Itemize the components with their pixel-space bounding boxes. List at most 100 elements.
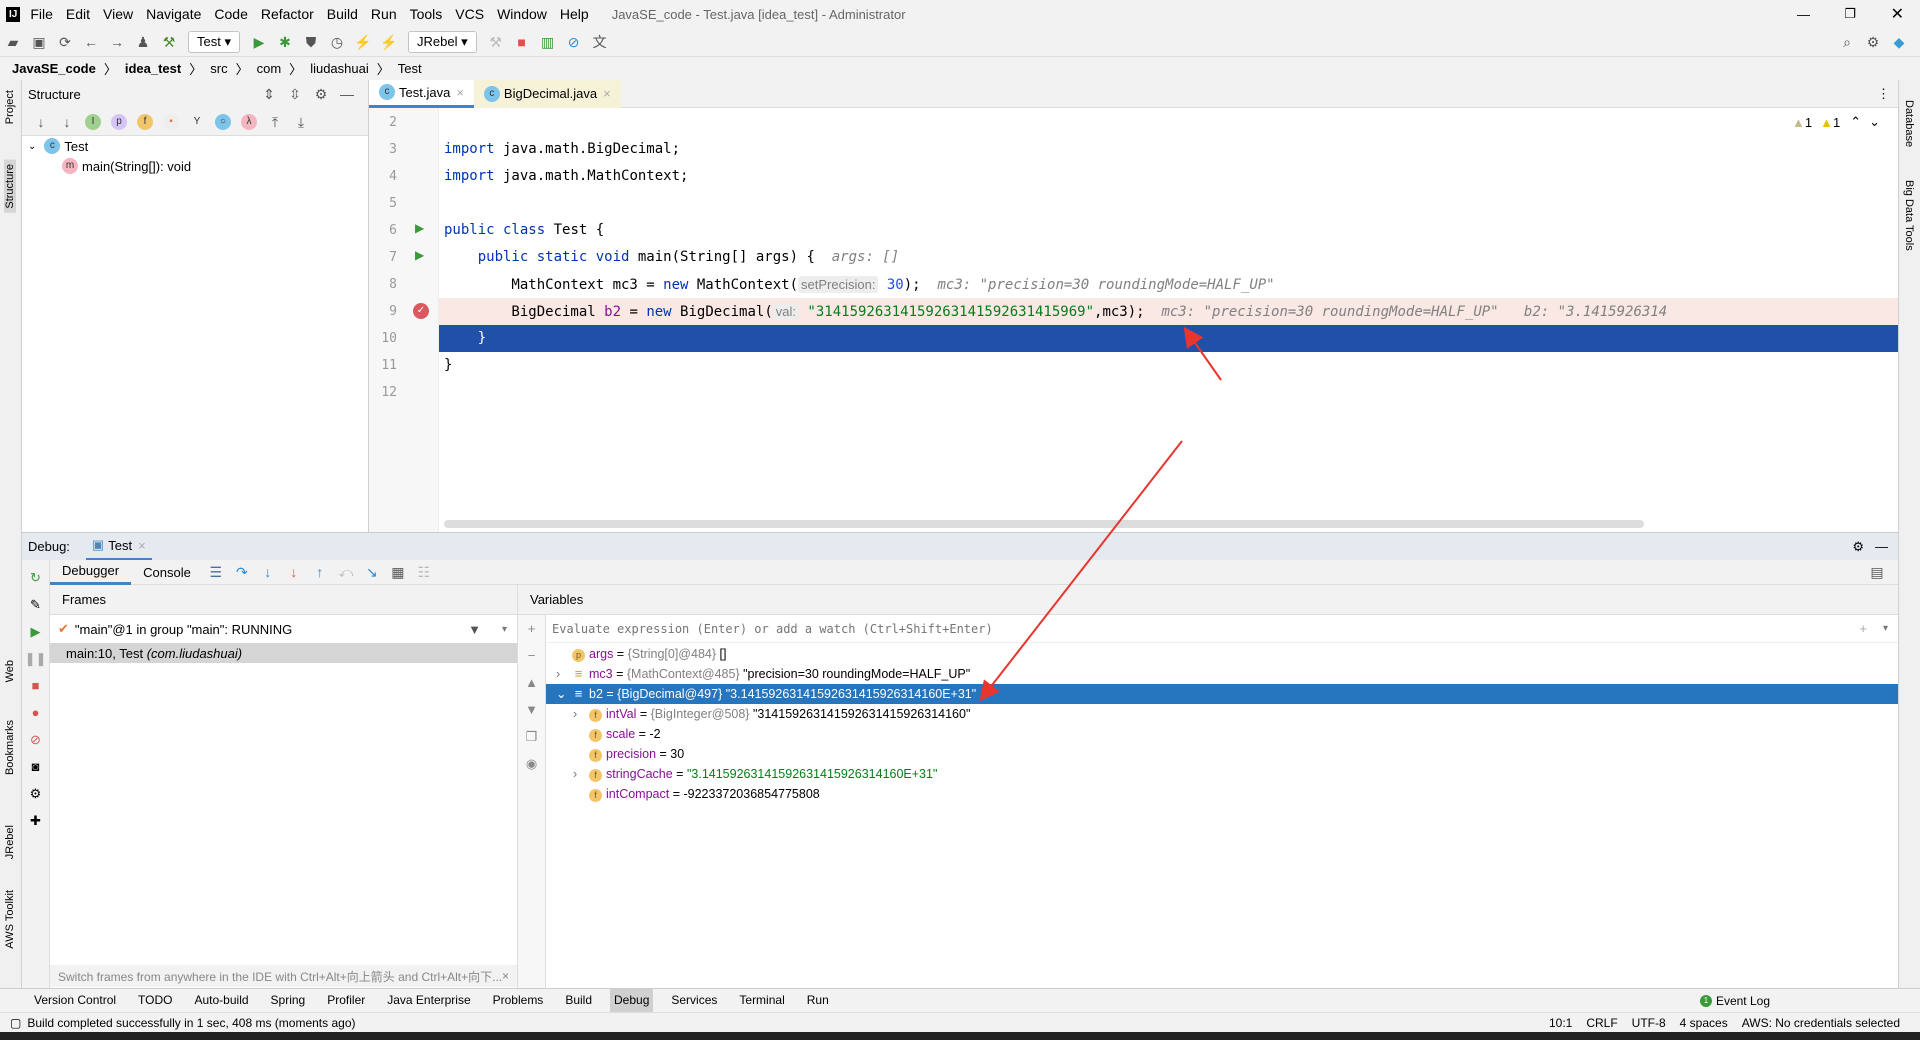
autoscroll-from-source-icon[interactable]: ⤓ xyxy=(290,112,312,132)
tool-window-auto-build[interactable]: Auto-build xyxy=(191,989,253,1012)
tool-window-problems[interactable]: Problems xyxy=(489,989,548,1012)
autoscroll-to-source-icon[interactable]: ⤒ xyxy=(264,112,286,132)
frame-row[interactable]: main:10, Test (com.liudashuai) xyxy=(50,643,517,663)
variable-row[interactable]: p args = {String[0]@484} [] xyxy=(546,644,1898,664)
tool-window-build[interactable]: Build xyxy=(561,989,596,1012)
sort-alpha-icon[interactable]: ↓ xyxy=(56,112,78,132)
big-data-tools-tab[interactable]: Big Data Tools xyxy=(1903,180,1915,251)
settings-gear-icon[interactable]: ⚙ xyxy=(22,780,49,807)
jrebel-run-icon[interactable]: ⚡ xyxy=(352,32,374,52)
tab-console[interactable]: Console xyxy=(131,560,203,585)
web-tool-tab[interactable]: Web xyxy=(4,660,16,682)
tool-window-run[interactable]: Run xyxy=(803,989,833,1012)
file-encoding[interactable]: UTF-8 xyxy=(1632,1016,1666,1030)
resume-icon[interactable]: ▶ xyxy=(22,618,49,645)
bookmarks-tool-tab[interactable]: Bookmarks xyxy=(4,720,16,775)
breadcrumb-item[interactable]: idea_test xyxy=(125,61,181,76)
tool-window-todo[interactable]: TODO xyxy=(134,989,176,1012)
tool-window-debug[interactable]: Debug xyxy=(610,989,654,1012)
tool-window-services[interactable]: Services xyxy=(667,989,721,1012)
pause-icon[interactable]: ❚❚ xyxy=(22,645,49,672)
menu-window[interactable]: Window xyxy=(497,6,547,22)
lambda-icon[interactable]: λ xyxy=(241,113,257,130)
step-over-icon[interactable]: ↷ xyxy=(231,562,253,582)
collapse-all-icon[interactable]: ⇳ xyxy=(284,84,306,104)
tab-debugger[interactable]: Debugger xyxy=(50,560,132,585)
close-session-icon[interactable]: × xyxy=(138,538,146,553)
tab-test-java[interactable]: c Test.java × xyxy=(369,80,474,108)
trace-icon[interactable]: ☷ xyxy=(413,562,435,582)
run-config-select[interactable]: Test ▾ xyxy=(188,31,240,53)
tool-window-profiler[interactable]: Profiler xyxy=(323,989,369,1012)
line-separator[interactable]: CRLF xyxy=(1586,1016,1617,1030)
inherited-icon[interactable]: I xyxy=(85,113,101,130)
hide-icon[interactable]: — xyxy=(336,84,358,104)
menu-vcs[interactable]: VCS xyxy=(455,6,484,22)
sort-visibility-icon[interactable]: ↓ xyxy=(30,112,52,132)
chevron-right-icon[interactable]: › xyxy=(573,704,589,724)
settings-gear-icon[interactable]: ⚙ xyxy=(1862,32,1884,52)
chevron-down-icon[interactable]: ⌄ xyxy=(28,141,36,152)
evaluate-expression-input[interactable] xyxy=(546,615,1860,642)
aws-connection[interactable]: AWS: No credentials selected xyxy=(1742,1016,1900,1030)
chevron-down-icon[interactable]: ▾ xyxy=(502,624,507,635)
menu-run[interactable]: Run xyxy=(371,6,397,22)
tool-window-version-control[interactable]: Version Control xyxy=(30,989,120,1012)
debug-session-tab[interactable]: ▣ Test × xyxy=(85,533,152,561)
more-tabs-icon[interactable]: ⋮ xyxy=(1877,86,1890,102)
activity-monitor-icon[interactable]: ▥ xyxy=(537,32,559,52)
thread-selector[interactable]: ✔ "main"@1 in group "main": RUNNING ▼ ▾ xyxy=(50,615,517,643)
prev-highlight-icon[interactable]: ⌃ xyxy=(1850,114,1861,130)
menu-build[interactable]: Build xyxy=(327,6,358,22)
close-button[interactable]: ✕ xyxy=(1891,4,1904,24)
anonymous-icon[interactable]: ○ xyxy=(215,113,231,130)
status-message[interactable]: Build completed successfully in 1 sec, 4… xyxy=(27,1016,355,1030)
mute-breakpoints-icon[interactable]: ⊘ xyxy=(22,726,49,753)
sync-icon[interactable]: ⟳ xyxy=(54,32,76,52)
run-to-cursor-icon[interactable]: ↘ xyxy=(361,562,383,582)
editor[interactable]: c Test.java × c BigDecimal.java × ⋮ ▲ 1 ▲ 1 ⌃ ⌄… xyxy=(369,80,1898,532)
open-icon[interactable]: ▰ xyxy=(2,32,24,52)
chevron-right-icon[interactable]: › xyxy=(573,764,589,784)
caret-position[interactable]: 10:1 xyxy=(1549,1016,1572,1030)
menu-navigate[interactable]: Navigate xyxy=(146,6,201,22)
filter-icon[interactable]: ▼ xyxy=(468,622,481,637)
stop-icon[interactable]: ■ xyxy=(22,672,49,699)
database-tool-tab[interactable]: Database xyxy=(1903,100,1915,147)
drop-frame-icon[interactable]: ⤺ xyxy=(335,562,357,582)
project-tool-tab[interactable]: Project xyxy=(4,90,16,124)
variable-row[interactable]: › ≡ mc3 = {MathContext@485} "precision=30 … xyxy=(546,664,1898,684)
indent-setting[interactable]: 4 spaces xyxy=(1680,1016,1728,1030)
view-breakpoints-icon[interactable]: ● xyxy=(22,699,49,726)
tab-bigdecimal-java[interactable]: c BigDecimal.java × xyxy=(473,80,621,108)
expand-all-icon[interactable]: ⇕ xyxy=(258,84,280,104)
maximize-button[interactable]: ❐ xyxy=(1844,6,1856,22)
forward-icon[interactable]: → xyxy=(106,32,128,52)
run-gutter-icon[interactable]: ▶ xyxy=(415,221,424,235)
layout-icon[interactable]: ▤ xyxy=(1866,562,1888,582)
breadcrumb-item[interactable]: com xyxy=(257,61,282,76)
build-hammer-icon[interactable]: ⚒ xyxy=(158,32,180,52)
evaluate-icon[interactable]: ▦ xyxy=(387,562,409,582)
hide-icon[interactable]: — xyxy=(1875,539,1888,554)
copy-icon[interactable]: ❐ xyxy=(518,723,545,750)
breakpoint-icon[interactable]: ✓ xyxy=(413,303,429,319)
horizontal-scrollbar[interactable] xyxy=(369,520,1898,528)
add-to-watches-icon[interactable]: + xyxy=(1859,621,1867,636)
menu-view[interactable]: View xyxy=(103,6,133,22)
step-into-icon[interactable]: ↓ xyxy=(257,562,279,582)
tree-item-method[interactable]: m main(String[]): void xyxy=(22,156,368,176)
chevron-down-icon[interactable]: ⌄ xyxy=(556,684,572,704)
properties-icon[interactable]: p xyxy=(111,113,127,130)
variable-row[interactable]: f intCompact = -9223372036854775808 xyxy=(546,784,1898,804)
menu-edit[interactable]: Edit xyxy=(66,6,90,22)
step-out-icon[interactable]: ↑ xyxy=(309,562,331,582)
event-log-button[interactable]: 1 Event Log xyxy=(1699,994,1770,1008)
add-watch-icon[interactable]: + xyxy=(518,615,545,642)
camera-icon[interactable]: ◙ xyxy=(22,753,49,780)
toolbox-icon[interactable]: ◆ xyxy=(1888,32,1910,52)
history-dropdown-icon[interactable]: ▾ xyxy=(1883,623,1888,634)
menu-file[interactable]: File xyxy=(30,6,53,22)
variable-row[interactable]: ⌄ ≡ b2 = {BigDecimal@497} "3.1415926314159… xyxy=(546,684,1898,704)
jrebel-tool-tab[interactable]: JRebel xyxy=(4,825,16,859)
